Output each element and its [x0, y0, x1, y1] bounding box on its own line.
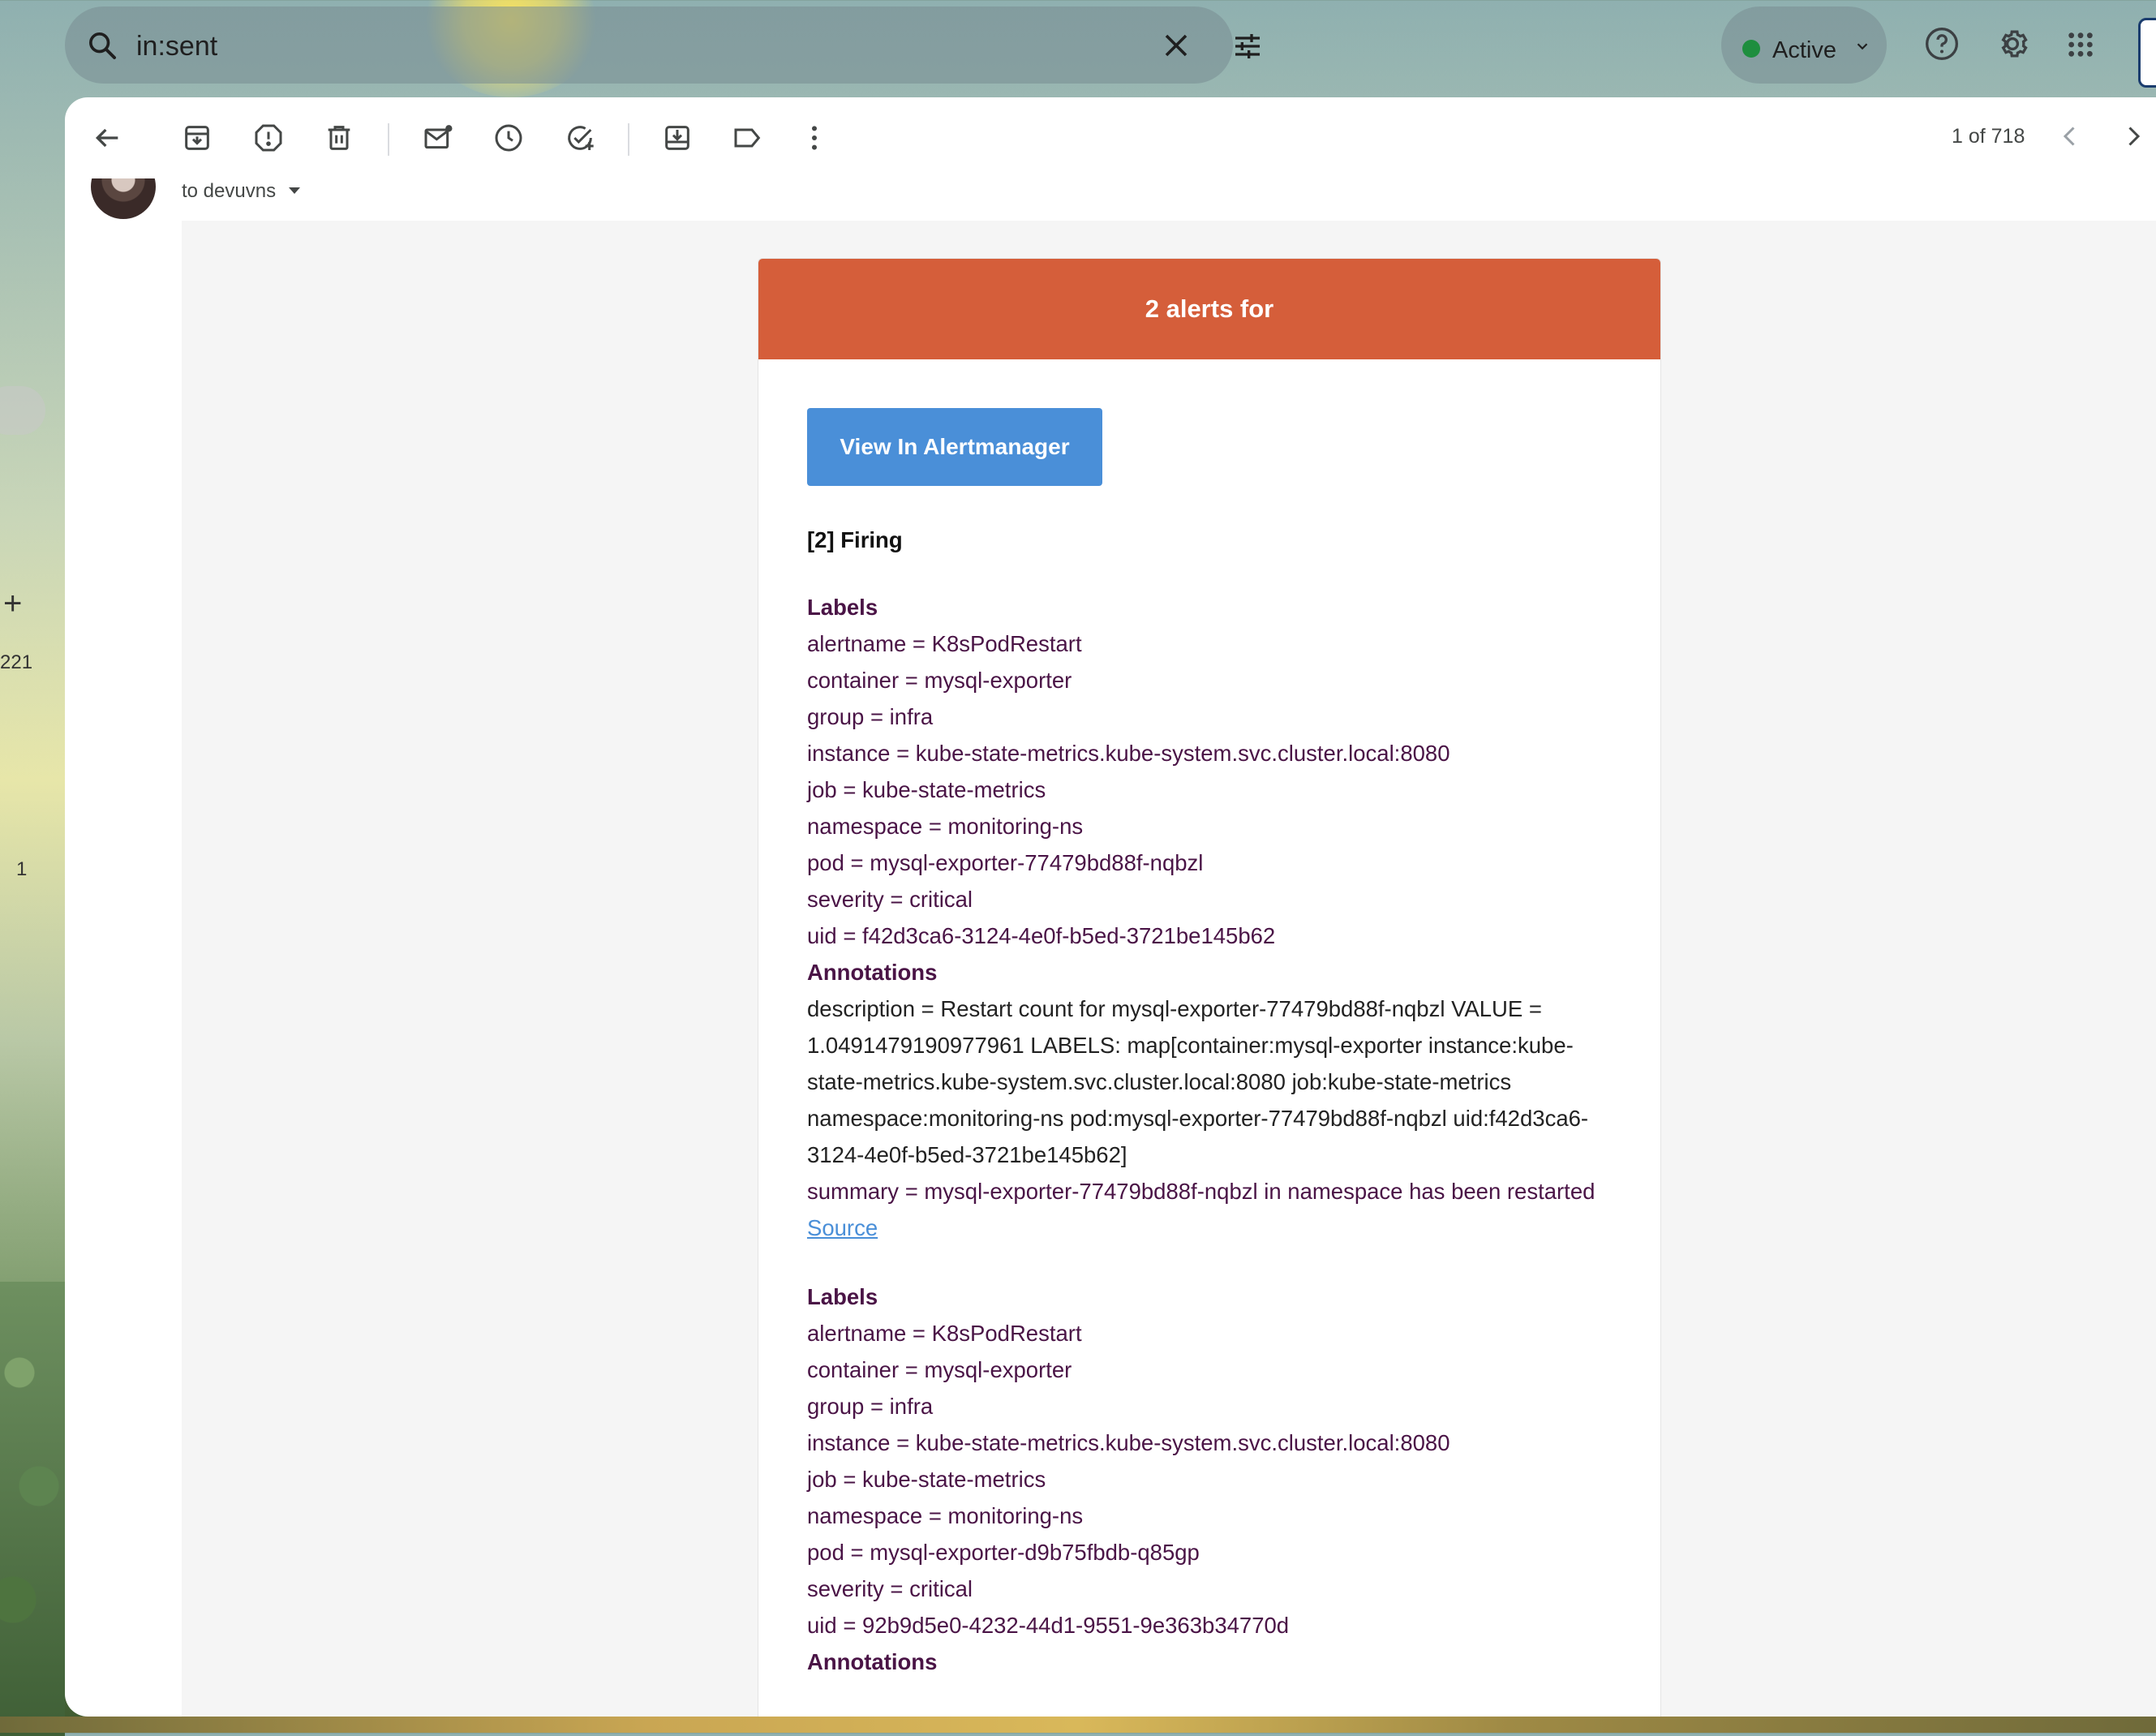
- search-bar[interactable]: in:sent: [65, 6, 1260, 84]
- label-row: uid = 92b9d5e0-4232-44d1-9551-9e363b3477…: [807, 1613, 1290, 1638]
- alert-header: 2 alerts for: [758, 259, 1660, 359]
- recipient-line[interactable]: to devuvns: [182, 180, 276, 203]
- close-icon[interactable]: [1162, 31, 1191, 64]
- gear-icon[interactable]: [1995, 26, 2030, 66]
- pager-count: 1 of 718: [1952, 125, 2025, 148]
- label-row: pod = mysql-exporter-77479bd88f-nqbzl: [807, 850, 1204, 875]
- status-chip[interactable]: Active: [1721, 6, 1887, 84]
- nav-pill[interactable]: [0, 386, 45, 435]
- add-icon[interactable]: +: [3, 586, 22, 622]
- chevron-down-icon: [1853, 37, 1871, 59]
- status-dot: [1742, 40, 1760, 58]
- more-options-icon[interactable]: [798, 122, 831, 154]
- search-icon[interactable]: [86, 29, 118, 66]
- alert-content: [2] Firing Labels alertname = K8sPodRest…: [807, 522, 1626, 1680]
- nav-count: 1: [16, 858, 28, 880]
- annotations-heading: Annotations: [807, 1649, 938, 1674]
- snooze-icon[interactable]: [492, 122, 525, 154]
- labels-heading: Labels: [807, 595, 878, 620]
- label-row: job = kube-state-metrics: [807, 777, 1046, 802]
- label-row: group = infra: [807, 1394, 934, 1419]
- message-toolbar: 1 of 718: [65, 97, 2156, 178]
- report-spam-icon[interactable]: [252, 122, 285, 154]
- label-row: uid = f42d3ca6-3124-4e0f-b5ed-3721be145b…: [807, 923, 1276, 948]
- label-row: job = kube-state-metrics: [807, 1467, 1046, 1492]
- annotation-summary: summary = mysql-exporter-77479bd88f-nqbz…: [807, 1179, 1596, 1204]
- alert-card: 2 alerts for View In Alertmanager [2] Fi…: [758, 258, 1661, 1717]
- add-task-icon[interactable]: [564, 122, 596, 154]
- label-icon[interactable]: [732, 122, 764, 154]
- delete-icon[interactable]: [323, 122, 355, 154]
- back-arrow-icon[interactable]: [91, 122, 123, 154]
- background-strip: [0, 1717, 2156, 1733]
- label-row: alertname = K8sPodRestart: [807, 1321, 1082, 1346]
- apps-grid-icon[interactable]: [2067, 31, 2094, 62]
- labels-heading: Labels: [807, 1284, 878, 1309]
- label-row: alertname = K8sPodRestart: [807, 631, 1082, 656]
- label-row: namespace = monitoring-ns: [807, 814, 1084, 839]
- chevron-right-icon[interactable]: [2119, 120, 2148, 157]
- background-foliage: [0, 1282, 65, 1736]
- annotations-heading: Annotations: [807, 960, 938, 985]
- label-row: instance = kube-state-metrics.kube-syste…: [807, 1430, 1450, 1455]
- label-row: container = mysql-exporter: [807, 668, 1072, 693]
- archive-icon[interactable]: [181, 122, 213, 154]
- help-icon[interactable]: [1924, 26, 1960, 66]
- caret-down-icon[interactable]: [287, 185, 302, 200]
- search-input[interactable]: in:sent: [136, 31, 217, 62]
- label-row: group = infra: [807, 704, 934, 729]
- label-row: namespace = monitoring-ns: [807, 1503, 1084, 1528]
- view-in-alertmanager-button[interactable]: View In Alertmanager: [807, 408, 1102, 486]
- annotation-description: description = Restart count for mysql-ex…: [807, 996, 1589, 1167]
- source-link[interactable]: Source: [807, 1210, 1626, 1246]
- alert-header-title: 2 alerts for: [1145, 294, 1274, 323]
- firing-heading: [2] Firing: [807, 527, 903, 552]
- toolbar-divider: [628, 123, 629, 156]
- status-label: Active: [1772, 37, 1836, 63]
- message-panel: 1 of 718 to devuvns 2 alerts for View In…: [65, 97, 2156, 1717]
- move-to-icon[interactable]: [661, 122, 694, 154]
- search-options-icon[interactable]: [1231, 30, 1264, 67]
- account-tab[interactable]: [2138, 18, 2156, 88]
- nav-count: 221: [0, 651, 33, 673]
- mark-unread-icon[interactable]: [422, 122, 454, 154]
- label-row: container = mysql-exporter: [807, 1357, 1072, 1382]
- label-row: severity = critical: [807, 1576, 973, 1601]
- toolbar-divider: [388, 123, 389, 156]
- label-row: instance = kube-state-metrics.kube-syste…: [807, 741, 1450, 766]
- label-row: pod = mysql-exporter-d9b75fbdb-q85gp: [807, 1540, 1200, 1565]
- chevron-left-icon[interactable]: [2055, 120, 2085, 157]
- label-row: severity = critical: [807, 887, 973, 912]
